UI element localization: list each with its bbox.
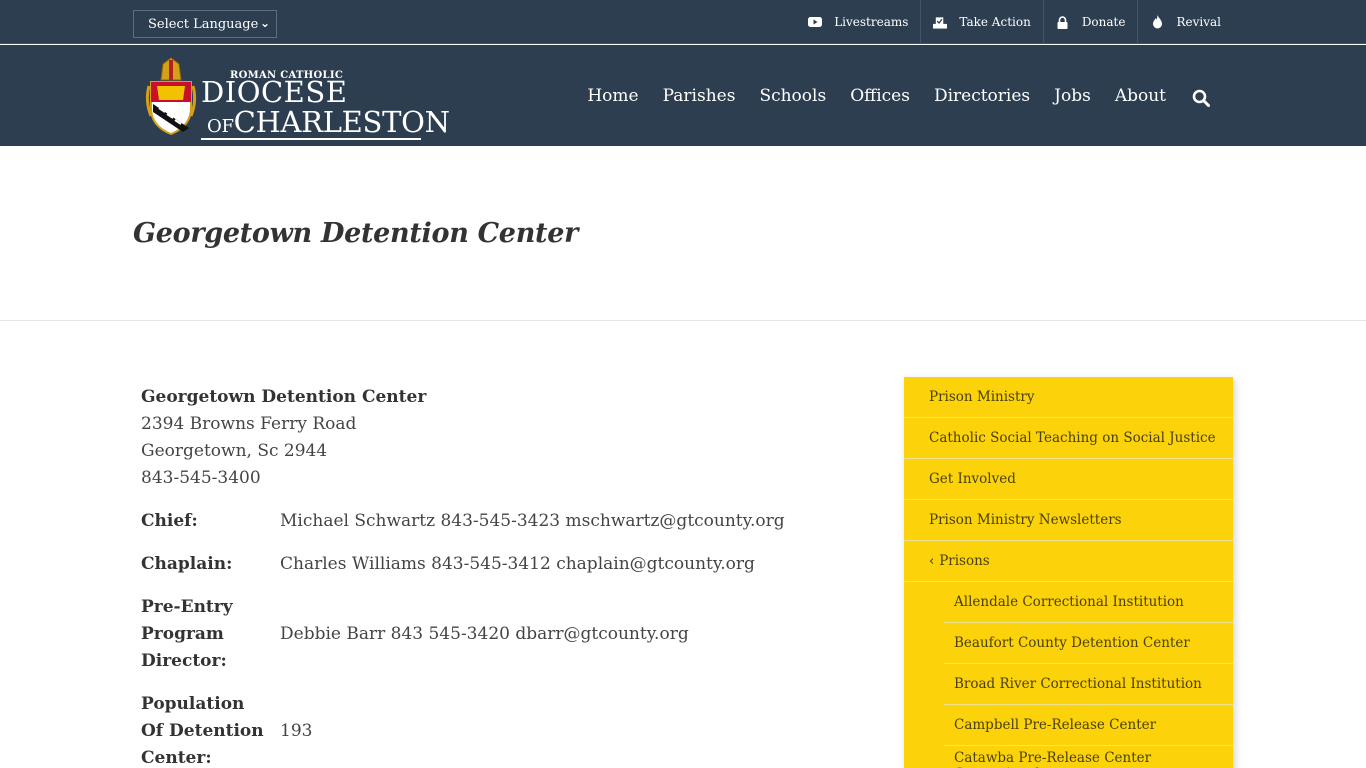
sidebar-item-prison-ministry[interactable]: Prison Ministry	[904, 377, 1233, 418]
revival-label: Revival	[1176, 15, 1221, 29]
logo-line-charleston: OFCHARLESTON	[207, 108, 450, 137]
sidebar-item-social-teaching[interactable]: Catholic Social Teaching on Social Justi…	[904, 418, 1233, 459]
contact-table: Chief: Michael Schwartz 843-545-3423 msc…	[141, 508, 785, 768]
row-value: 193	[280, 721, 313, 741]
sidebar-item-label: Get Involved	[929, 471, 1016, 487]
nav-about[interactable]: About	[1115, 86, 1166, 106]
lock-icon	[1056, 15, 1070, 29]
coat-of-arms-icon	[145, 57, 197, 136]
row-value: Michael Schwartz 843-545-3423 mschwartz@…	[280, 511, 785, 531]
sidebar-subitem-allendale[interactable]: Allendale Correctional Institution	[944, 582, 1233, 623]
address-name: Georgetown Detention Center	[141, 387, 427, 407]
nav-schools[interactable]: Schools	[759, 86, 826, 106]
chevron-left-icon: ‹	[929, 553, 935, 569]
sidebar-subitem-broad-river[interactable]: Broad River Correctional Institution	[944, 664, 1233, 705]
row-value: Charles Williams 843-545-3412 chaplain@g…	[280, 554, 755, 574]
page-title: Georgetown Detention Center	[133, 218, 578, 249]
row-label: Chaplain:	[141, 554, 233, 574]
table-row: Pre-Entry Program Director: Debbie Barr …	[141, 594, 785, 691]
sidebar-subitem-label: Broad River Correctional Institution	[954, 676, 1202, 692]
page-title-band: Georgetown Detention Center	[0, 146, 1366, 321]
sidebar-subitem-label: Campbell Pre-Release Center	[954, 717, 1157, 733]
row-label: Population Of Detention Center:	[141, 691, 280, 768]
logo-charleston: CHARLESTON	[233, 105, 450, 139]
logo-of: OF	[207, 116, 234, 137]
donate-link[interactable]: Donate	[1044, 0, 1139, 44]
address-city: Georgetown, Sc 2944	[141, 441, 328, 461]
livestreams-label: Livestreams	[834, 15, 909, 29]
sidebar-subitem-label: Catawba Pre-Release Center Correctional	[954, 750, 1152, 768]
sidebar-item-label: Prisons	[939, 553, 990, 569]
livestreams-link[interactable]: Livestreams	[796, 0, 922, 44]
donate-label: Donate	[1081, 15, 1126, 29]
ballot-icon	[933, 15, 948, 29]
row-label: Chief:	[141, 511, 198, 531]
sidebar-item-label: Prison Ministry	[929, 389, 1035, 405]
row-label-text: Pre-Entry Program Director:	[141, 597, 233, 671]
table-row: Chief: Michael Schwartz 843-545-3423 msc…	[141, 508, 785, 551]
sidebar-item-newsletters[interactable]: Prison Ministry Newsletters	[904, 500, 1233, 541]
nav-offices[interactable]: Offices	[850, 86, 910, 106]
flame-icon	[1150, 15, 1164, 29]
language-select-label: Select Language	[148, 16, 259, 32]
sidebar-subitem-label: Allendale Correctional Institution	[954, 594, 1184, 610]
address-street: 2394 Browns Ferry Road	[141, 414, 357, 434]
revival-link[interactable]: Revival	[1138, 0, 1233, 44]
sidebar-item-label: Catholic Social Teaching on Social Justi…	[929, 430, 1216, 446]
table-row: Chaplain: Charles Williams 843-545-3412 …	[141, 551, 785, 594]
nav-directories[interactable]: Directories	[934, 86, 1030, 106]
row-value: Debbie Barr 843 545-3420 dbarr@gtcounty.…	[280, 624, 689, 644]
sidebar-subitem-beaufort[interactable]: Beaufort County Detention Center	[944, 623, 1233, 664]
take-action-link[interactable]: Take Action	[921, 0, 1044, 44]
youtube-icon	[808, 15, 823, 29]
row-label: Pre-Entry Program Director:	[141, 594, 280, 691]
nav-home[interactable]: Home	[587, 86, 638, 106]
sidebar-subitem-campbell[interactable]: Campbell Pre-Release Center	[944, 705, 1233, 746]
row-label-text: Population Of Detention Center:	[141, 694, 264, 768]
address-phone: 843-545-3400	[141, 468, 261, 488]
logo-line-diocese: DIOCESE	[201, 75, 348, 109]
sidebar-menu: Prison Ministry Catholic Social Teaching…	[904, 377, 1233, 768]
take-action-label: Take Action	[959, 15, 1031, 29]
logo-underline	[201, 138, 421, 140]
table-row: Population Of Detention Center: 193	[141, 691, 785, 768]
sidebar-item-label: Prison Ministry Newsletters	[929, 512, 1122, 528]
sidebar-item-prisons[interactable]: ‹ Prisons	[904, 541, 1233, 582]
language-select[interactable]: Select Language ⌄	[133, 10, 277, 38]
main-nav: Home Parishes Schools Offices Directorie…	[563, 45, 1210, 146]
detention-center-details: Georgetown Detention Center 2394 Browns …	[141, 384, 861, 768]
sidebar-subitem-catawba[interactable]: Catawba Pre-Release Center Correctional	[944, 746, 1233, 768]
search-icon[interactable]	[1192, 89, 1210, 107]
utility-links: Livestreams Take Action Donate Revival	[796, 0, 1233, 44]
sidebar-subitem-label: Beaufort County Detention Center	[954, 635, 1190, 651]
sidebar-item-get-involved[interactable]: Get Involved	[904, 459, 1233, 500]
diocese-logo[interactable]: ROMAN CATHOLIC DIOCESE OFCHARLESTON	[143, 56, 450, 140]
main-header: ROMAN CATHOLIC DIOCESE OFCHARLESTON Home…	[0, 45, 1366, 146]
nav-parishes[interactable]: Parishes	[663, 86, 736, 106]
nav-jobs[interactable]: Jobs	[1054, 86, 1091, 106]
chevron-down-icon: ⌄	[259, 16, 270, 30]
top-utility-bar: Select Language ⌄ Livestreams Take Actio…	[0, 0, 1366, 44]
